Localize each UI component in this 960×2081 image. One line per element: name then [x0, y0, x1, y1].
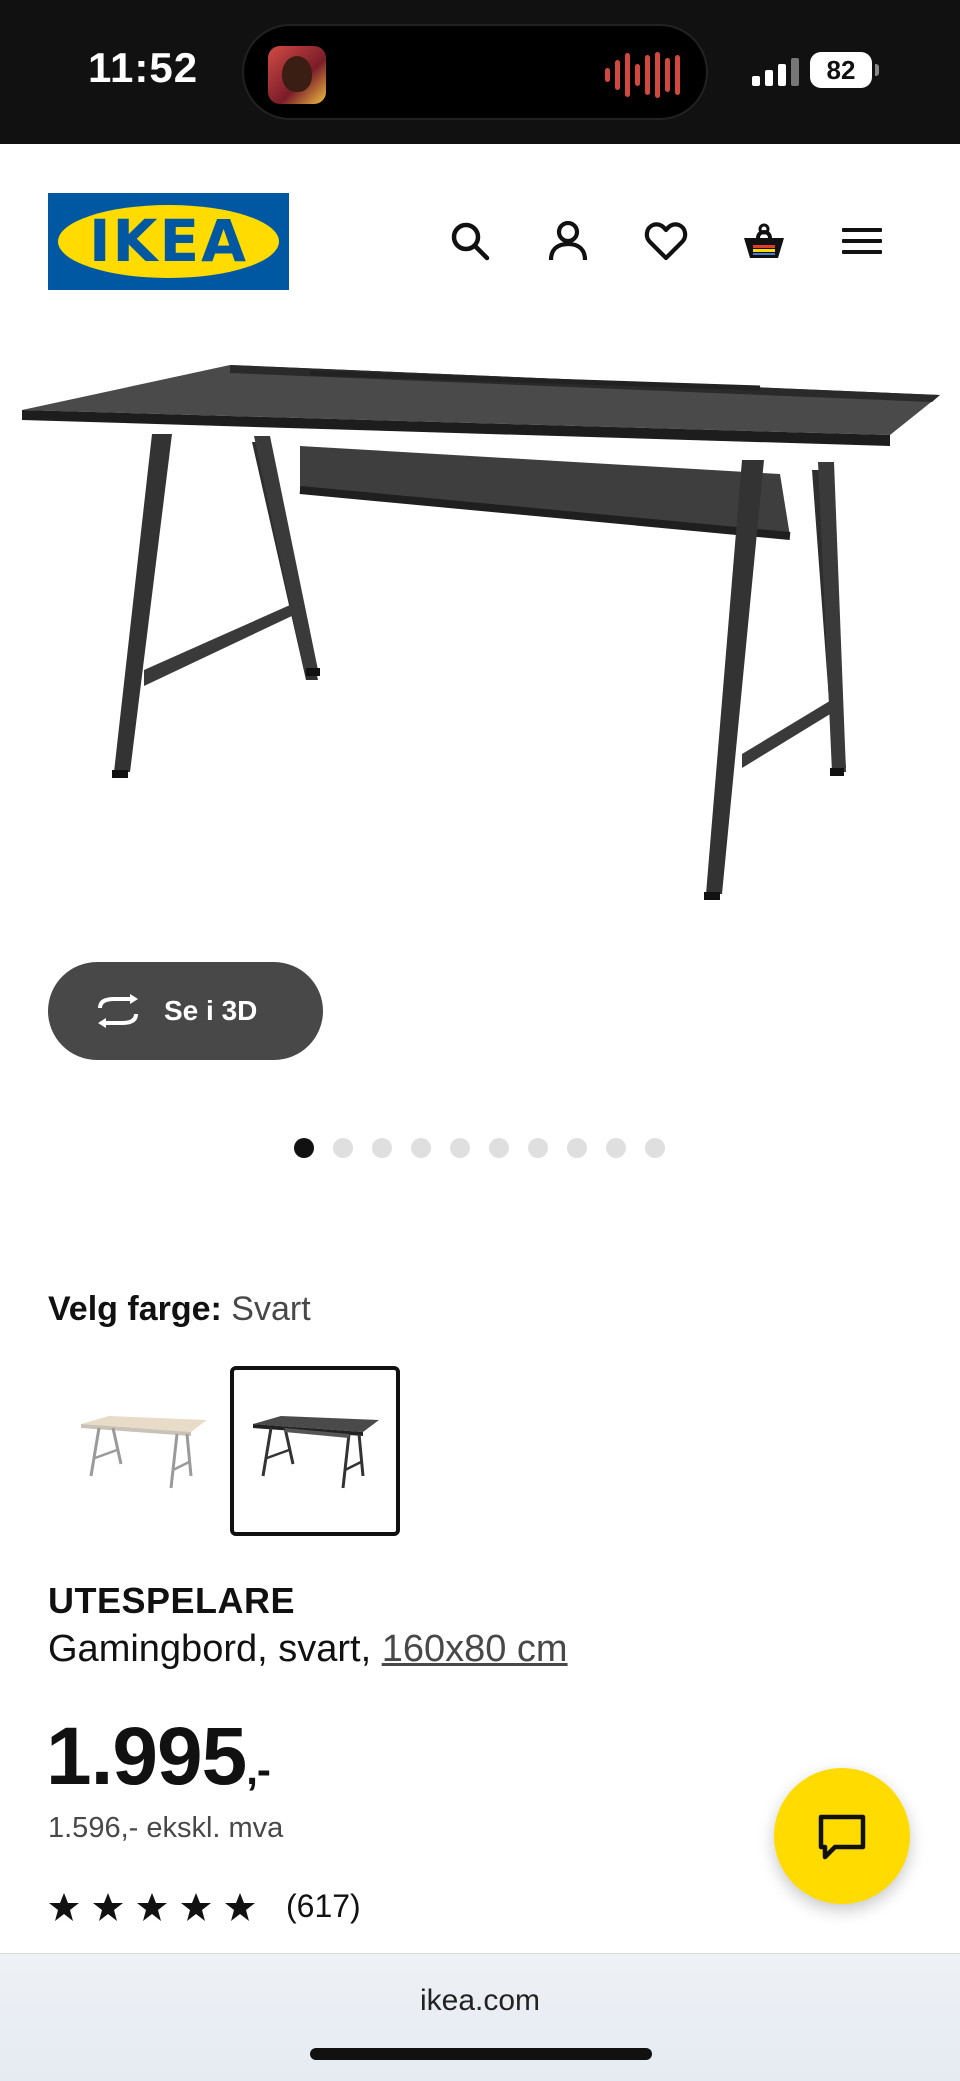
- cellular-signal-icon: [752, 56, 799, 86]
- product-type: Gamingbord, svart,: [48, 1628, 382, 1670]
- battery-indicator: 82: [810, 52, 879, 88]
- color-selector-label: Velg farge: Svart: [48, 1290, 311, 1329]
- color-value: Svart: [231, 1290, 311, 1328]
- header-actions: [446, 216, 886, 266]
- star-icon: [181, 1892, 211, 1921]
- star-icon: [93, 1892, 123, 1921]
- star-icon: [225, 1892, 255, 1921]
- url-text: ikea.com: [419, 1984, 541, 2017]
- price-ex-vat: 1.596,- ekskl. mva: [48, 1812, 284, 1844]
- product-rating[interactable]: (617): [48, 1888, 361, 1925]
- chat-button[interactable]: [774, 1768, 910, 1904]
- status-time: 11:52: [88, 44, 199, 91]
- price-suffix: ,-: [246, 1746, 271, 1793]
- product-description: Gamingbord, svart, 160x80 cm: [48, 1628, 568, 1671]
- product-name: UTESPELARE: [48, 1580, 296, 1621]
- price-value: 1.995: [46, 1711, 247, 1802]
- search-button[interactable]: [446, 216, 494, 266]
- chat-bubble-icon: [818, 1814, 866, 1860]
- review-count: (617): [286, 1888, 361, 1924]
- audio-waveform-icon: [605, 52, 680, 98]
- search-icon: [451, 222, 490, 261]
- cart-button[interactable]: [740, 216, 788, 266]
- view-in-3d-label: Se i 3D: [164, 995, 258, 1026]
- hamburger-menu-icon: [842, 228, 882, 254]
- view-in-3d-button[interactable]: Se i 3D: [48, 962, 323, 1060]
- carousel-dot[interactable]: [567, 1138, 587, 1158]
- color-swatch-white[interactable]: [58, 1366, 228, 1536]
- shopping-bag-icon: [744, 223, 784, 258]
- product-image-gaming-desk[interactable]: [0, 340, 960, 940]
- product-size-link[interactable]: 160x80 cm: [382, 1628, 568, 1670]
- carousel-dot[interactable]: [645, 1138, 665, 1158]
- carousel-dot[interactable]: [450, 1138, 470, 1158]
- color-swatch-black[interactable]: [230, 1366, 400, 1536]
- carousel-dot[interactable]: [372, 1138, 392, 1158]
- now-playing-artwork: [268, 46, 326, 104]
- menu-button[interactable]: [838, 216, 886, 266]
- carousel-dot[interactable]: [528, 1138, 548, 1158]
- star-icon: [49, 1892, 79, 1921]
- carousel-dot[interactable]: [294, 1138, 314, 1158]
- carousel-dot[interactable]: [333, 1138, 353, 1158]
- home-indicator[interactable]: [310, 2048, 652, 2060]
- color-label: Velg farge:: [48, 1290, 222, 1328]
- user-icon: [548, 220, 588, 261]
- browser-address-bar[interactable]: ikea.com: [0, 1953, 960, 2081]
- carousel-dot[interactable]: [411, 1138, 431, 1158]
- favourites-button[interactable]: [642, 216, 690, 266]
- desk-thumbnail-white: [81, 1416, 207, 1489]
- rotate-3d-icon: [98, 994, 138, 1028]
- heart-icon: [644, 222, 688, 261]
- carousel-dot[interactable]: [606, 1138, 626, 1158]
- dynamic-island[interactable]: [242, 24, 708, 120]
- account-button[interactable]: [544, 216, 592, 266]
- status-bar: 11:52 82: [0, 0, 960, 144]
- desk-thumbnail-black: [253, 1416, 379, 1489]
- carousel-dot[interactable]: [489, 1138, 509, 1158]
- product-price: 1.995,-: [46, 1710, 271, 1804]
- rating-stars: [48, 1891, 256, 1923]
- image-carousel-dots: [294, 1138, 665, 1158]
- star-icon: [137, 1892, 167, 1921]
- ikea-logo[interactable]: IKEA: [48, 193, 289, 290]
- logo-text: IKEA: [88, 207, 249, 275]
